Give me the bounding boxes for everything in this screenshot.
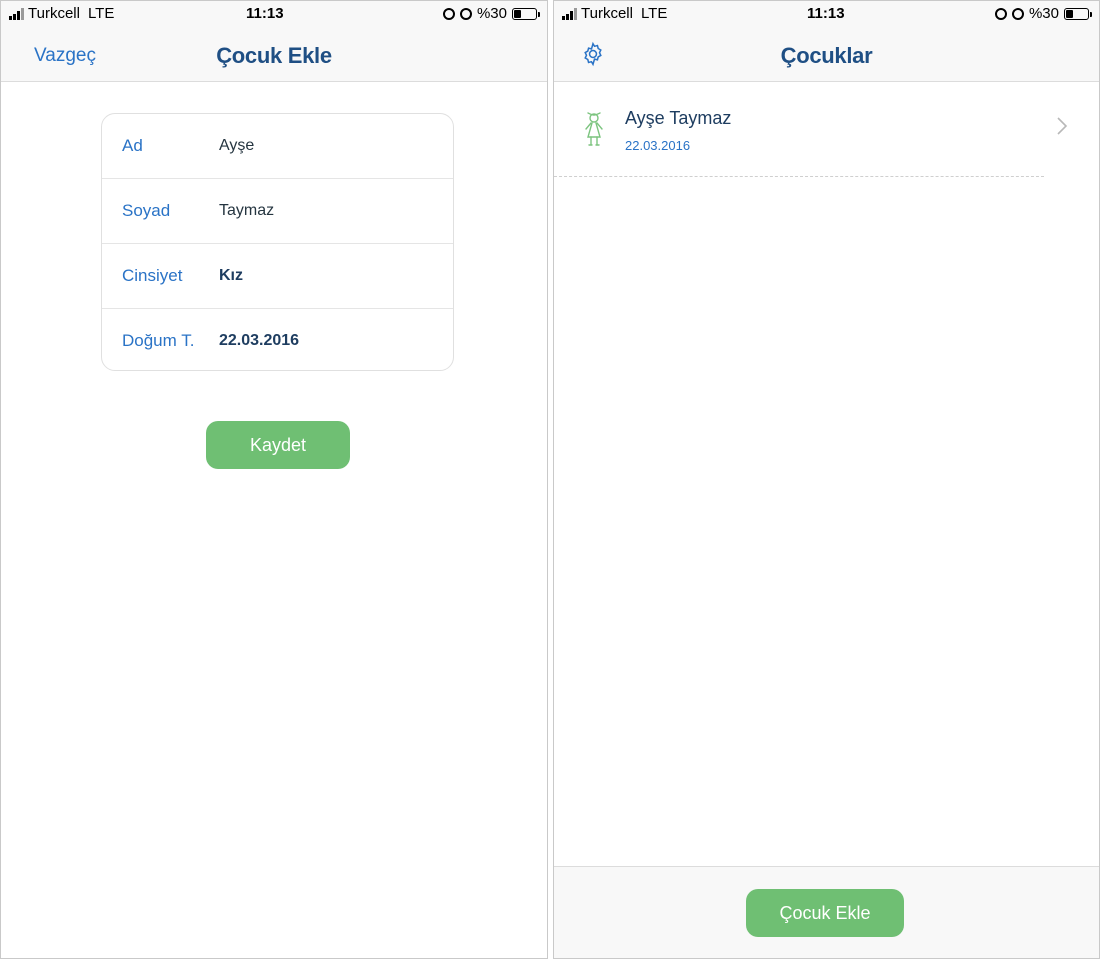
- form-row-last-name[interactable]: Soyad Taymaz: [102, 179, 453, 244]
- birth-date-label: Doğum T.: [122, 331, 195, 350]
- nav-bar: Çocuklar: [554, 27, 1099, 82]
- status-time: 11:13: [807, 5, 845, 22]
- page-title: Çocuk Ekle: [216, 43, 332, 68]
- status-time: 11:13: [246, 5, 284, 22]
- battery-percent: %30: [476, 5, 507, 22]
- nav-bar: Vazgeç Çocuk Ekle: [1, 27, 547, 82]
- first-name-input[interactable]: Ayşe: [219, 137, 254, 155]
- chevron-right-icon: [1057, 117, 1068, 135]
- rotation-lock-icon: [442, 7, 455, 20]
- children-list-screen: Turkcell LTE 11:13 %30 Çocuklar Ayşe Tay…: [553, 0, 1100, 959]
- form-row-first-name[interactable]: Ad Ayşe: [102, 114, 453, 179]
- add-child-screen: Turkcell LTE 11:13 %30 Vazgeç Çocuk Ekle…: [0, 0, 548, 959]
- network-type: LTE: [640, 5, 668, 22]
- save-button[interactable]: Kaydet: [206, 421, 350, 469]
- status-bar: Turkcell LTE 11:13 %30: [1, 1, 547, 27]
- child-birth-date: 22.03.2016: [625, 138, 691, 153]
- form-row-birth-date[interactable]: Doğum T. 22.03.2016: [102, 309, 453, 374]
- divider: [554, 176, 1044, 177]
- add-child-button[interactable]: Çocuk Ekle: [746, 889, 904, 937]
- battery-percent: %30: [1028, 5, 1059, 22]
- battery-icon: [512, 7, 540, 20]
- form-row-gender[interactable]: Cinsiyet Kız: [102, 244, 453, 309]
- last-name-input[interactable]: Taymaz: [219, 202, 274, 220]
- last-name-label: Soyad: [122, 201, 171, 220]
- first-name-label: Ad: [122, 136, 143, 155]
- alarm-icon: [1011, 7, 1024, 20]
- page-title: Çocuklar: [780, 43, 873, 68]
- network-type: LTE: [87, 5, 115, 22]
- signal-icon: [9, 7, 24, 20]
- child-form: Ad Ayşe Soyad Taymaz Cinsiyet Kız Doğum …: [101, 113, 454, 371]
- carrier-name: Turkcell: [28, 5, 80, 22]
- birth-date-picker[interactable]: 22.03.2016: [219, 332, 299, 350]
- carrier-name: Turkcell: [581, 5, 633, 22]
- rotation-lock-icon: [994, 7, 1007, 20]
- gender-label: Cinsiyet: [122, 266, 183, 285]
- child-list-item[interactable]: Ayşe Taymaz 22.03.2016: [554, 101, 1099, 177]
- battery-icon: [1064, 7, 1092, 20]
- status-bar: Turkcell LTE 11:13 %30: [554, 1, 1099, 27]
- signal-icon: [562, 7, 577, 20]
- alarm-icon: [459, 7, 472, 20]
- girl-icon: [585, 112, 603, 146]
- gender-select[interactable]: Kız: [219, 267, 243, 285]
- child-name: Ayşe Taymaz: [625, 108, 732, 128]
- bottom-bar: Çocuk Ekle: [554, 866, 1099, 958]
